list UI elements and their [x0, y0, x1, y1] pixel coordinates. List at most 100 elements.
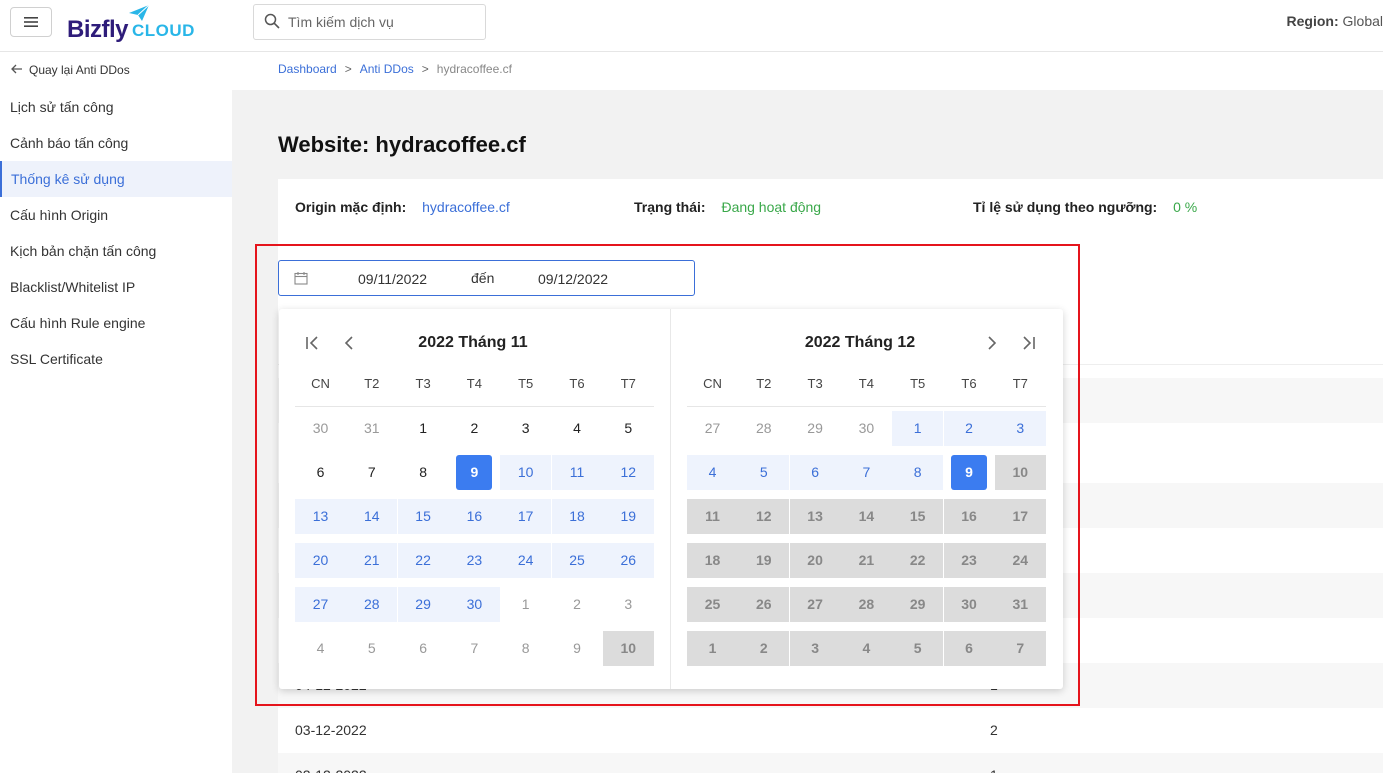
calendar-day[interactable]: 3 — [500, 411, 551, 446]
calendar-day[interactable]: 6 — [398, 631, 449, 666]
ratio-label: Tỉ lệ sử dụng theo ngưỡng: — [973, 199, 1158, 215]
calendar-day[interactable]: 3 — [994, 411, 1046, 446]
calendar-day[interactable]: 1 — [892, 411, 944, 446]
calendar-day[interactable]: 5 — [346, 631, 397, 666]
calendar-day[interactable]: 7 — [449, 631, 500, 666]
hamburger-icon — [24, 14, 38, 30]
sidebar-nav: Lịch sử tấn công Cảnh báo tấn công Thống… — [0, 89, 232, 377]
calendar-day[interactable]: 9 — [552, 631, 603, 666]
calendar-day[interactable]: 21 — [346, 543, 398, 578]
sidebar-item-block-scenarios[interactable]: Kịch bản chặn tấn công — [0, 233, 232, 269]
page-title: Website: hydracoffee.cf — [278, 132, 526, 157]
sidebar-item-attack-alerts[interactable]: Cảnh báo tấn công — [0, 125, 232, 161]
calendar-day[interactable]: 22 — [397, 543, 449, 578]
calendar-day[interactable]: 31 — [346, 411, 397, 446]
paper-plane-icon — [129, 4, 150, 21]
calendar-day[interactable]: 2 — [449, 411, 500, 446]
calendar-day[interactable]: 25 — [551, 543, 603, 578]
calendar-day[interactable]: 30 — [841, 411, 892, 446]
ratio-value: 0 % — [1173, 199, 1198, 215]
calendar-day[interactable]: 7 — [840, 455, 892, 490]
calendar-day[interactable]: 7 — [346, 455, 397, 490]
sidebar-item-usage-stats[interactable]: Thống kê sử dụng — [0, 161, 232, 197]
bizfly-logo[interactable]: Bizfly CLOUD — [67, 4, 195, 44]
calendar-day[interactable]: 23 — [448, 543, 500, 578]
breadcrumb-dashboard[interactable]: Dashboard — [278, 62, 337, 76]
selected-day-label: 9 — [951, 455, 987, 490]
calendar-day[interactable]: 4 — [295, 631, 346, 666]
next-month-button[interactable] — [982, 334, 1002, 352]
calendar-day[interactable]: 26 — [602, 543, 654, 578]
calendar-day: 2 — [738, 631, 790, 666]
calendar-day[interactable]: 5 — [603, 411, 654, 446]
calendar-day[interactable]: 2 — [943, 411, 995, 446]
calendar-day[interactable]: 20 — [295, 543, 346, 578]
weekday-header: T7 — [1012, 376, 1028, 391]
weekday-header: T6 — [961, 376, 977, 391]
calendar-day[interactable]: 6 — [295, 455, 346, 490]
calendar-day[interactable]: 28 — [346, 587, 398, 622]
calendar-day[interactable]: 12 — [602, 455, 654, 490]
menu-button[interactable] — [10, 7, 52, 37]
calendar-day[interactable]: 1 — [398, 411, 449, 446]
date-to-input[interactable]: 09/12/2022 — [538, 271, 608, 287]
date-range-picker[interactable]: 09/11/2022 đến 09/12/2022 — [278, 260, 695, 296]
calendar-day[interactable]: 8 — [398, 455, 449, 490]
calendar-day[interactable]: 29 — [397, 587, 449, 622]
sidebar-item-origin-config[interactable]: Cấu hình Origin — [0, 197, 232, 233]
calendar-day[interactable]: 14 — [346, 499, 398, 534]
calendar-popup: 2022 Tháng 11 CN T2 T3 T4 T5 T6 T7 30 31 1 2 3 4 5 6 7 8… — [279, 309, 1063, 689]
calendar-day[interactable]: 4 — [687, 455, 738, 490]
calendar-day: 3 — [789, 631, 841, 666]
weekday-header: T5 — [518, 376, 534, 391]
calendar-day[interactable]: 30 — [448, 587, 500, 622]
calendar-month-november: 2022 Tháng 11 CN T2 T3 T4 T5 T6 T7 30 31 1 2 3 4 5 6 7 8… — [279, 309, 671, 689]
region-selector[interactable]: Region: Global — [1287, 13, 1383, 29]
calendar-day[interactable]: 1 — [500, 587, 551, 622]
next-year-button[interactable] — [1018, 334, 1038, 352]
status-info: Trạng thái: Đang hoạt động — [634, 199, 821, 215]
calendar-day: 12 — [738, 499, 790, 534]
region-label: Region: — [1286, 13, 1339, 29]
calendar-day[interactable]: 19 — [602, 499, 654, 534]
calendar-day[interactable]: 28 — [738, 411, 789, 446]
row-count: 1 — [990, 767, 998, 773]
sidebar-item-blacklist-whitelist[interactable]: Blacklist/Whitelist IP — [0, 269, 232, 305]
origin-label: Origin mặc định: — [295, 199, 407, 215]
date-from-input[interactable]: 09/11/2022 — [358, 271, 427, 287]
calendar-day-selected[interactable]: 9 — [944, 455, 995, 490]
sidebar-item-rule-engine[interactable]: Cấu hình Rule engine — [0, 305, 232, 341]
calendar-day[interactable]: 27 — [295, 587, 346, 622]
calendar-day: 17 — [994, 499, 1046, 534]
calendar-day[interactable]: 8 — [892, 455, 944, 490]
calendar-day-selected[interactable]: 9 — [449, 455, 500, 490]
calendar-day[interactable]: 8 — [500, 631, 551, 666]
calendar-day[interactable]: 15 — [397, 499, 449, 534]
calendar-day[interactable]: 24 — [500, 543, 552, 578]
breadcrumb-anti-ddos[interactable]: Anti DDos — [360, 62, 414, 76]
calendar-day[interactable]: 29 — [790, 411, 841, 446]
calendar-day: 10 — [602, 631, 654, 666]
calendar-day[interactable]: 18 — [551, 499, 603, 534]
calendar-day[interactable]: 30 — [295, 411, 346, 446]
calendar-day[interactable]: 27 — [687, 411, 738, 446]
back-link[interactable]: Quay lại Anti DDos — [11, 63, 130, 77]
calendar-day[interactable]: 16 — [448, 499, 500, 534]
calendar-day: 1 — [687, 631, 738, 666]
sidebar-item-attack-history[interactable]: Lịch sử tấn công — [0, 89, 232, 125]
calendar-day[interactable]: 10 — [500, 455, 552, 490]
calendar-day[interactable]: 4 — [552, 411, 603, 446]
calendar-day: 5 — [892, 631, 944, 666]
search-input[interactable] — [288, 14, 478, 30]
origin-value[interactable]: hydracoffee.cf — [422, 199, 510, 215]
sidebar-item-ssl-certificate[interactable]: SSL Certificate — [0, 341, 232, 377]
breadcrumb: Dashboard > Anti DDos > hydracoffee.cf — [278, 62, 512, 76]
calendar-day[interactable]: 5 — [738, 455, 790, 490]
calendar-day[interactable]: 17 — [500, 499, 552, 534]
search-box[interactable] — [253, 4, 486, 40]
calendar-day[interactable]: 6 — [789, 455, 841, 490]
calendar-day[interactable]: 11 — [551, 455, 603, 490]
calendar-day[interactable]: 13 — [295, 499, 346, 534]
calendar-day[interactable]: 3 — [603, 587, 654, 622]
calendar-day[interactable]: 2 — [552, 587, 603, 622]
